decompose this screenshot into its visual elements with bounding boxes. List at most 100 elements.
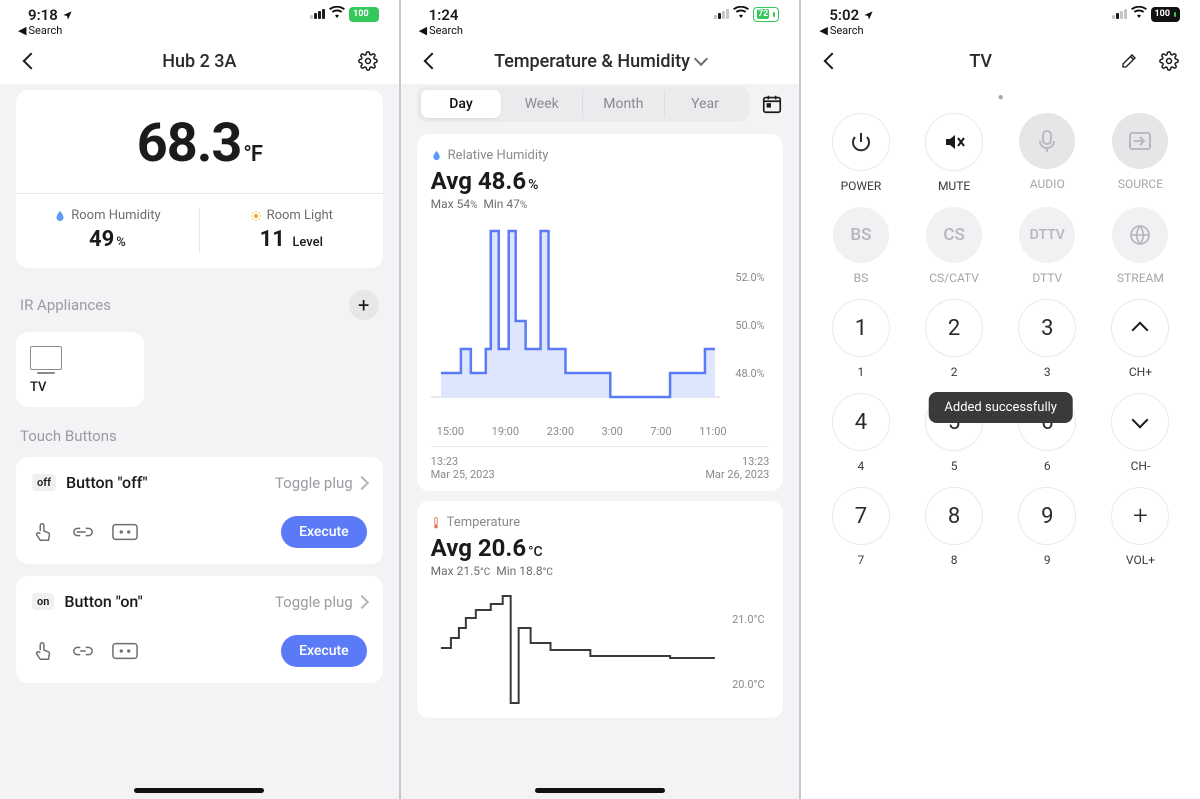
dttv-label: DTTV [1032,271,1062,285]
droplet-icon [54,210,66,222]
page-title[interactable]: Temperature & Humidity [494,51,706,72]
humidity-avg: Avg 48.6% [431,167,770,195]
status-right: 100 [1112,6,1181,22]
ir-tv-tile[interactable]: TV [16,332,144,407]
svg-text:52.0%: 52.0% [735,271,764,284]
digit-8-label: 8 [951,553,958,567]
channel-up-label: CH+ [1129,365,1152,379]
link-icon [72,645,94,657]
humidity-minmax: Max 54% Min 47% [431,197,770,211]
time-range-segmented: Day Week Month Year [417,86,784,122]
page-indicator: ● [821,84,1180,109]
thermometer-icon [431,517,441,529]
digit-2-button[interactable]: 2 [925,299,983,357]
touch-button-card: on Button "on" Toggle plug Execute [16,576,383,683]
temperature-minmax: Max 21.5°C Min 18.8°C [431,564,770,578]
home-indicator[interactable] [134,788,264,793]
hub-main-card: 68.3°F Room Humidity 49% Room Light 11 [16,90,383,268]
tv-icon [30,346,62,370]
home-indicator[interactable] [535,788,665,793]
humidity-label: Relative Humidity [448,148,549,163]
chart-date-to: 13:23Mar 26, 2023 [705,455,769,481]
globe-icon [1128,223,1152,247]
touch-button-action-link[interactable]: Toggle plug [275,593,367,611]
calendar-button[interactable] [761,93,783,115]
status-time: 1:24 [429,6,463,24]
chart-date-from: 13:23Mar 25, 2023 [431,455,495,481]
ir-section-label: IR Appliances [20,296,111,314]
droplet-icon [431,150,442,161]
gear-icon [1159,51,1179,71]
digit-4-button[interactable]: 4 [832,393,890,451]
seg-week[interactable]: Week [501,90,583,118]
seg-year[interactable]: Year [665,90,746,118]
humidity-chart-card: Relative Humidity Avg 48.6% Max 54% Min … [417,134,784,491]
page-title: TV [969,51,992,72]
touch-button-name: Button "off" [66,473,148,492]
digit-7-button[interactable]: 7 [832,487,890,545]
edit-button[interactable] [1116,48,1142,74]
channel-up-button[interactable] [1111,299,1169,357]
battery-icon: 100 [349,7,379,22]
bs-button[interactable]: BS [833,207,889,263]
source-label: SOURCE [1118,177,1163,191]
seg-day[interactable]: Day [421,90,502,118]
humidity-chart[interactable]: 52.0% 50.0% 48.0% [431,221,770,421]
source-button[interactable] [1112,113,1168,169]
digit-9-button[interactable]: 9 [1018,487,1076,545]
chevron-right-icon [355,594,369,608]
audio-button[interactable] [1019,113,1075,169]
mute-button[interactable] [925,113,983,171]
add-ir-appliance-button[interactable]: + [349,290,379,320]
mute-label: MUTE [938,179,970,193]
touch-button-name: Button "on" [64,592,142,611]
cs-label: CS/CATV [929,271,979,285]
power-button[interactable] [832,113,890,171]
digit-1-button[interactable]: 1 [832,299,890,357]
digit-8-button[interactable]: 8 [925,487,983,545]
digit-3-button[interactable]: 3 [1018,299,1076,357]
channel-down-label: CH- [1131,459,1151,473]
wifi-icon [733,6,749,22]
channel-down-button[interactable] [1111,393,1169,451]
volume-up-button[interactable]: + [1111,487,1169,545]
temperature-label: Temperature [447,515,520,530]
location-icon [863,10,874,21]
chevron-down-icon [694,52,708,66]
link-icon [72,526,94,538]
digit-5-button[interactable]: 5 [925,393,983,451]
state-badge: off [32,474,56,491]
power-label: POWER [841,179,882,193]
chevron-right-icon [355,475,369,489]
gear-icon [358,51,378,71]
seg-month[interactable]: Month [583,90,665,118]
status-right: 72 [714,6,779,22]
execute-button[interactable]: Execute [281,635,367,667]
back-button[interactable] [819,48,845,74]
wifi-icon [329,6,345,22]
chevron-down-icon [1132,412,1149,429]
wifi-icon [1131,6,1147,22]
state-badge: on [32,593,54,610]
cs-button[interactable]: CS [926,207,982,263]
settings-button[interactable] [1156,48,1182,74]
settings-button[interactable] [355,48,381,74]
plug-icon [112,642,138,660]
volume-up-label: VOL+ [1126,553,1155,567]
digit-6-button[interactable]: 6 [1018,393,1076,451]
temperature-chart[interactable]: 21.0°C 20.0°C [431,588,770,708]
back-button[interactable] [18,48,44,74]
execute-button[interactable]: Execute [281,516,367,548]
dttv-button[interactable]: DTTV [1019,207,1075,263]
bs-label: BS [854,271,869,285]
plug-icon [112,523,138,541]
status-time: 5:02 [829,6,874,24]
digit-3-label: 3 [1044,365,1051,379]
digit-4-label: 4 [858,459,865,473]
sun-icon [250,210,262,222]
digit-5-label: 5 [951,459,958,473]
stream-button[interactable] [1112,207,1168,263]
back-button[interactable] [419,48,445,74]
touch-button-action-link[interactable]: Toggle plug [275,474,367,492]
status-time: 9:18 [28,6,73,24]
